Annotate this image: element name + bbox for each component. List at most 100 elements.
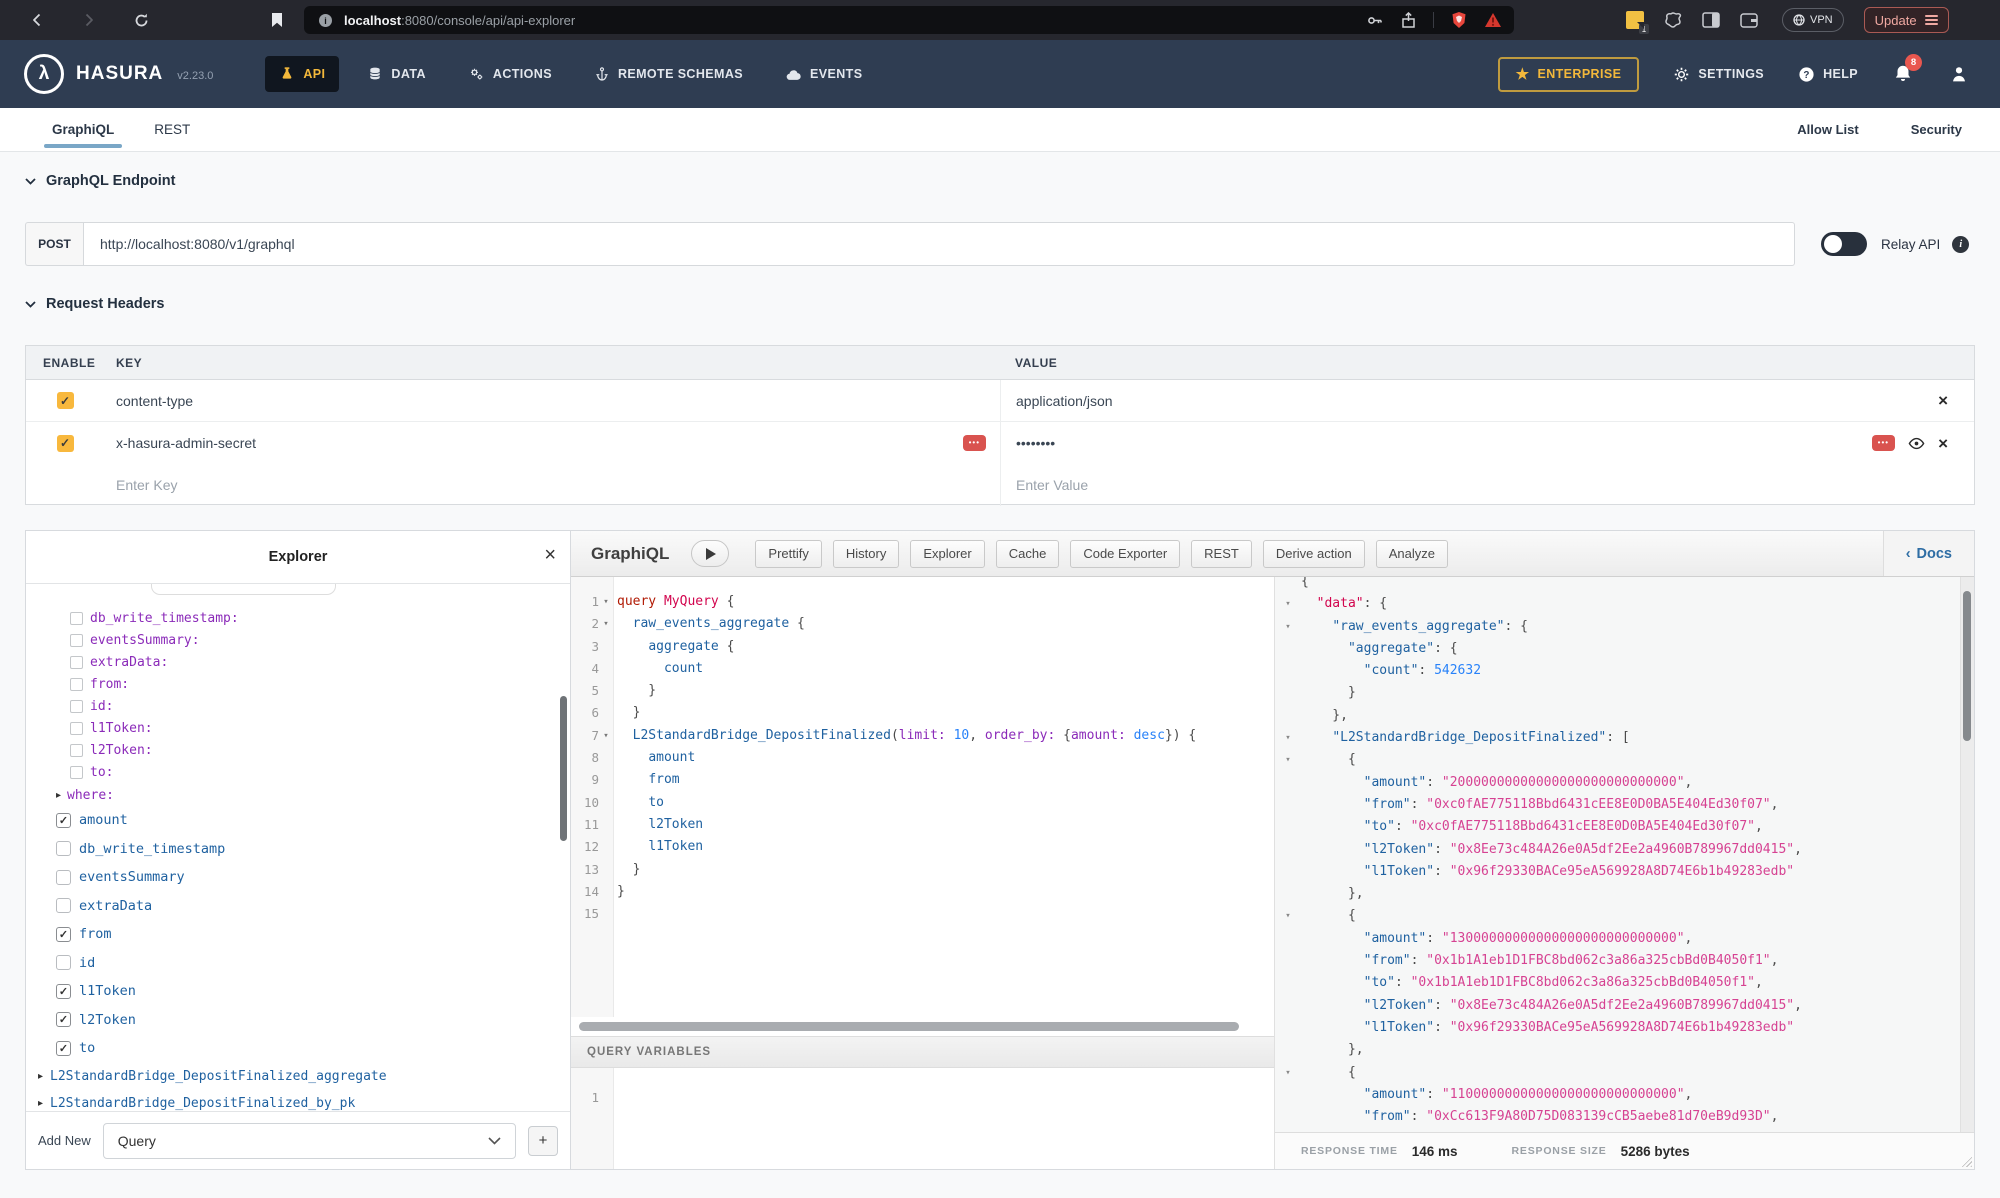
field-checkbox[interactable]: ✓ <box>56 984 71 999</box>
masked-key-badge[interactable]: ••• <box>963 435 986 451</box>
fold-arrow-icon[interactable]: ▾ <box>599 591 613 613</box>
field-checkbox[interactable] <box>56 898 71 913</box>
remove-header-icon[interactable]: × <box>1938 435 1948 452</box>
editor-line-10[interactable]: 10 to <box>571 792 1274 814</box>
notes-extension-icon[interactable]: 1 <box>1626 11 1644 29</box>
warning-extension-icon[interactable] <box>1484 11 1502 29</box>
share-icon[interactable] <box>1399 11 1417 29</box>
explorer-arg-to[interactable]: to: <box>26 761 570 783</box>
new-header-value-input[interactable]: Enter Value <box>1016 477 1088 493</box>
toolbar-button-derive-action[interactable]: Derive action <box>1263 540 1365 568</box>
remove-header-icon[interactable]: × <box>1938 392 1948 409</box>
explorer-field-to[interactable]: ✓to <box>26 1034 570 1063</box>
arg-checkbox[interactable] <box>70 656 83 669</box>
explorer-field-eventssummary[interactable]: eventsSummary <box>26 863 570 892</box>
execute-query-button[interactable] <box>691 540 729 567</box>
site-info-icon[interactable]: i <box>316 11 334 29</box>
field-checkbox[interactable]: ✓ <box>56 927 71 942</box>
explorer-arg-db-write-timestamp[interactable]: db_write_timestamp: <box>26 607 570 629</box>
editor-horizontal-scrollbar[interactable] <box>571 1017 1274 1036</box>
editor-line-2[interactable]: 2▾ raw_events_aggregate { <box>571 613 1274 635</box>
graphql-endpoint-section-header[interactable]: GraphQL Endpoint <box>25 173 175 189</box>
browser-update-button[interactable]: Update <box>1864 7 1949 33</box>
header-value-input[interactable]: •••••••• <box>1016 435 1055 451</box>
explorer-field-db-write-timestamp[interactable]: db_write_timestamp <box>26 835 570 864</box>
editor-line-4[interactable]: 4 count <box>571 658 1274 680</box>
editor-line-3[interactable]: 3 aggregate { <box>571 636 1274 658</box>
toolbar-button-code-exporter[interactable]: Code Exporter <box>1070 540 1180 568</box>
explorer-field-id[interactable]: id <box>26 949 570 978</box>
header-key-input[interactable]: x-hasura-admin-secret <box>116 435 256 451</box>
relay-info-icon[interactable]: i <box>1952 236 1969 253</box>
explorer-field-l2token[interactable]: ✓l2Token <box>26 1006 570 1035</box>
password-key-icon[interactable] <box>1365 11 1383 29</box>
query-variables-header[interactable]: QUERY VARIABLES <box>571 1036 1274 1068</box>
nav-item-actions[interactable]: ACTIONS <box>454 56 566 92</box>
explorer-field-from[interactable]: ✓from <box>26 920 570 949</box>
arg-checkbox[interactable] <box>70 700 83 713</box>
vpn-button[interactable]: VPN <box>1782 8 1844 32</box>
notifications-button[interactable]: 8 <box>1892 63 1914 85</box>
editor-line-1[interactable]: 1▾query MyQuery { <box>571 591 1274 613</box>
header-enable-checkbox[interactable]: ✓ <box>57 392 74 409</box>
browser-reload-button[interactable] <box>132 11 150 29</box>
explorer-field-amount[interactable]: ✓amount <box>26 806 570 835</box>
explorer-arg-where[interactable]: ▸ where: <box>26 784 570 806</box>
security-link[interactable]: Security <box>1911 122 1962 137</box>
field-checkbox[interactable]: ✓ <box>56 1041 71 1056</box>
help-button[interactable]: ? HELP <box>1798 66 1858 83</box>
editor-line-7[interactable]: 7▾ L2StandardBridge_DepositFinalized(lim… <box>571 725 1274 747</box>
address-bar[interactable]: i localhost:8080/console/api/api-explore… <box>304 6 1514 34</box>
nav-item-remote-schemas[interactable]: REMOTE SCHEMAS <box>580 56 757 92</box>
arg-checkbox[interactable] <box>70 744 83 757</box>
arg-checkbox[interactable] <box>70 722 83 735</box>
explorer-arg-id[interactable]: id: <box>26 695 570 717</box>
hasura-logo[interactable]: λ <box>24 54 64 94</box>
add-new-operation-select[interactable]: Query <box>103 1123 516 1159</box>
editor-line-15[interactable]: 15 <box>571 903 1274 925</box>
new-header-key-input[interactable]: Enter Key <box>116 477 177 493</box>
resize-handle[interactable] <box>1959 1154 1972 1167</box>
docs-link[interactable]: ‹ Docs <box>1883 531 1974 576</box>
field-checkbox[interactable]: ✓ <box>56 1012 71 1027</box>
nav-item-events[interactable]: EVENTS <box>771 57 876 92</box>
field-checkbox[interactable]: ✓ <box>56 813 71 828</box>
extension-icon[interactable] <box>1664 11 1682 29</box>
add-operation-button[interactable]: + <box>528 1126 558 1156</box>
tab-graphiql[interactable]: GraphiQL <box>48 109 118 150</box>
toolbar-button-analyze[interactable]: Analyze <box>1376 540 1448 568</box>
response-scrollbar-track[interactable] <box>1960 577 1974 1132</box>
nav-item-data[interactable]: DATA <box>353 56 439 92</box>
bookmark-icon[interactable] <box>268 11 286 29</box>
editor-line-13[interactable]: 13 } <box>571 859 1274 881</box>
enterprise-button[interactable]: ★ ENTERPRISE <box>1498 57 1640 92</box>
arg-checkbox[interactable] <box>70 612 83 625</box>
fold-arrow-icon[interactable]: ▾ <box>1275 727 1301 749</box>
toolbar-button-cache[interactable]: Cache <box>996 540 1060 568</box>
browser-forward-button[interactable] <box>80 11 98 29</box>
field-checkbox[interactable] <box>56 955 71 970</box>
explorer-scrollbar[interactable] <box>560 696 567 841</box>
editor-line-5[interactable]: 5 } <box>571 680 1274 702</box>
toolbar-button-history[interactable]: History <box>833 540 899 568</box>
editor-line-8[interactable]: 8 amount <box>571 747 1274 769</box>
response-scrollbar-thumb[interactable] <box>1963 591 1971 741</box>
reveal-value-eye-icon[interactable] <box>1908 435 1925 452</box>
toolbar-button-explorer[interactable]: Explorer <box>910 540 984 568</box>
explorer-arg-from[interactable]: from: <box>26 673 570 695</box>
field-checkbox[interactable] <box>56 870 71 885</box>
graphql-endpoint-input[interactable]: http://localhost:8080/v1/graphql <box>83 222 1795 266</box>
query-editor[interactable]: 1▾query MyQuery {2▾ raw_events_aggregate… <box>571 577 1274 1017</box>
header-enable-checkbox[interactable]: ✓ <box>57 435 74 452</box>
request-headers-section-header[interactable]: Request Headers <box>25 296 164 312</box>
editor-line-9[interactable]: 9 from <box>571 769 1274 791</box>
editor-line-6[interactable]: 6 } <box>571 702 1274 724</box>
settings-button[interactable]: SETTINGS <box>1673 66 1764 83</box>
arg-checkbox[interactable] <box>70 678 83 691</box>
fold-arrow-icon[interactable]: ▾ <box>1275 905 1301 927</box>
fold-arrow-icon[interactable]: ▾ <box>1275 616 1301 638</box>
brave-shield-icon[interactable] <box>1450 11 1468 29</box>
fold-arrow-icon[interactable]: ▾ <box>1275 593 1301 615</box>
explorer-arg-l1token[interactable]: l1Token: <box>26 717 570 739</box>
explorer-arg-eventssummary[interactable]: eventsSummary: <box>26 629 570 651</box>
